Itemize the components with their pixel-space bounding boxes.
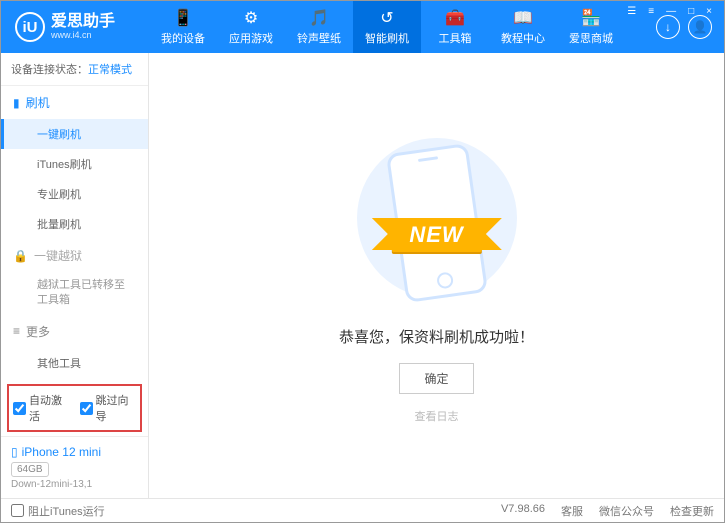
- nav-icon: 📱: [173, 8, 193, 28]
- device-block[interactable]: ▯ iPhone 12 mini 64GB Down-12mini-13,1: [1, 436, 148, 498]
- minimize-button[interactable]: —: [663, 4, 679, 19]
- settings-icon[interactable]: ≡: [645, 4, 657, 19]
- nav-item-3[interactable]: ↺ 智能刷机: [353, 1, 421, 53]
- new-ribbon: NEW: [391, 218, 481, 252]
- connection-label: 设备连接状态：: [11, 64, 88, 76]
- nav-label: 智能刷机: [365, 30, 409, 46]
- sidebar-header-more[interactable]: ≡ 更多: [1, 315, 148, 348]
- sidebar-item-flash-2[interactable]: 专业刷机: [1, 179, 148, 209]
- sidebar-jailbreak-title: 一键越狱: [34, 247, 82, 264]
- nav-icon: ↺: [380, 8, 393, 28]
- auto-activate-label: 自动激活: [29, 392, 70, 424]
- nav-label: 爱思商城: [569, 30, 613, 46]
- sidebar: 设备连接状态：正常模式 ▮ 刷机 一键刷机iTunes刷机专业刷机批量刷机 🔒 …: [1, 53, 149, 498]
- titlebar: iU 爱思助手 www.i4.cn 📱 我的设备 ⚙ 应用游戏 🎵 铃声壁纸 ↺ 智能刷机 🧰 工…: [1, 1, 724, 53]
- nav-icon: 📖: [513, 8, 533, 28]
- sidebar-more-title: 更多: [26, 323, 50, 340]
- nav-label: 工具箱: [439, 30, 472, 46]
- sidebar-item-flash-0[interactable]: 一键刷机: [1, 119, 148, 149]
- app-url: www.i4.cn: [51, 30, 115, 40]
- sidebar-item-more-0[interactable]: 其他工具: [1, 348, 148, 378]
- top-nav: 📱 我的设备 ⚙ 应用游戏 🎵 铃声壁纸 ↺ 智能刷机 🧰 工具箱 📖 教程中心 🏪 爱思商城: [149, 1, 644, 53]
- storage-badge: 64GB: [11, 462, 49, 477]
- skip-guide-checkbox[interactable]: 跳过向导: [80, 392, 137, 424]
- nav-icon: 🎵: [309, 8, 329, 28]
- update-link[interactable]: 检查更新: [670, 503, 714, 519]
- sidebar-header-jailbreak: 🔒 一键越狱: [1, 239, 148, 272]
- menu-icon: ≡: [13, 324, 20, 338]
- sidebar-flash-title: 刷机: [26, 94, 50, 111]
- sidebar-header-flash[interactable]: ▮ 刷机: [1, 86, 148, 119]
- nav-label: 铃声壁纸: [297, 30, 341, 46]
- phone-icon: ▮: [13, 96, 20, 110]
- nav-icon: ⚙: [244, 8, 258, 28]
- sidebar-item-flash-3[interactable]: 批量刷机: [1, 209, 148, 239]
- connection-status: 设备连接状态：正常模式: [1, 53, 148, 86]
- device-firmware: Down-12mini-13,1: [11, 479, 138, 490]
- nav-label: 我的设备: [161, 30, 205, 46]
- statusbar: 阻止iTunes运行 V7.98.66 客服 微信公众号 检查更新: [1, 498, 724, 522]
- success-message: 恭喜您，保资料刷机成功啦！: [339, 326, 534, 347]
- main-content: NEW 恭喜您，保资料刷机成功啦！ 确定 查看日志: [149, 53, 724, 498]
- nav-item-6[interactable]: 🏪 爱思商城: [557, 1, 625, 53]
- lock-icon: 🔒: [13, 249, 28, 263]
- nav-item-2[interactable]: 🎵 铃声壁纸: [285, 1, 353, 53]
- options-row: 自动激活 跳过向导: [7, 384, 142, 432]
- device-name: ▯ iPhone 12 mini: [11, 445, 138, 459]
- maximize-button[interactable]: □: [685, 4, 697, 19]
- nav-label: 应用游戏: [229, 30, 273, 46]
- nav-item-4[interactable]: 🧰 工具箱: [421, 1, 489, 53]
- nav-icon: 🏪: [581, 8, 601, 28]
- nav-item-5[interactable]: 📖 教程中心: [489, 1, 557, 53]
- nav-item-1[interactable]: ⚙ 应用游戏: [217, 1, 285, 53]
- view-log-link[interactable]: 查看日志: [415, 408, 459, 424]
- nav-item-0[interactable]: 📱 我的设备: [149, 1, 217, 53]
- app-name: 爱思助手: [51, 14, 115, 30]
- ok-button[interactable]: 确定: [399, 363, 473, 394]
- menu-icon[interactable]: ☰: [624, 4, 639, 19]
- service-link[interactable]: 客服: [561, 503, 583, 519]
- nav-icon: 🧰: [445, 8, 465, 28]
- success-illustration: NEW: [342, 128, 532, 308]
- logo-area: iU 爱思助手 www.i4.cn: [1, 12, 149, 42]
- close-button[interactable]: ×: [703, 4, 715, 19]
- version-text: V7.98.66: [501, 503, 545, 519]
- logo-icon: iU: [15, 12, 45, 42]
- sidebar-item-more-1[interactable]: 下载固件: [1, 378, 148, 380]
- phone-icon: ▯: [11, 445, 18, 459]
- skip-guide-label: 跳过向导: [96, 392, 137, 424]
- wechat-link[interactable]: 微信公众号: [599, 503, 654, 519]
- sidebar-item-flash-1[interactable]: iTunes刷机: [1, 149, 148, 179]
- auto-activate-checkbox[interactable]: 自动激活: [13, 392, 70, 424]
- nav-label: 教程中心: [501, 30, 545, 46]
- device-name-text: iPhone 12 mini: [22, 445, 101, 459]
- block-itunes-checkbox[interactable]: 阻止iTunes运行: [11, 503, 105, 519]
- window-controls: ☰ ≡ — □ ×: [624, 0, 721, 19]
- connection-value: 正常模式: [88, 64, 132, 76]
- jailbreak-note: 越狱工具已转移至 工具箱: [1, 272, 148, 315]
- block-itunes-label: 阻止iTunes运行: [28, 503, 105, 519]
